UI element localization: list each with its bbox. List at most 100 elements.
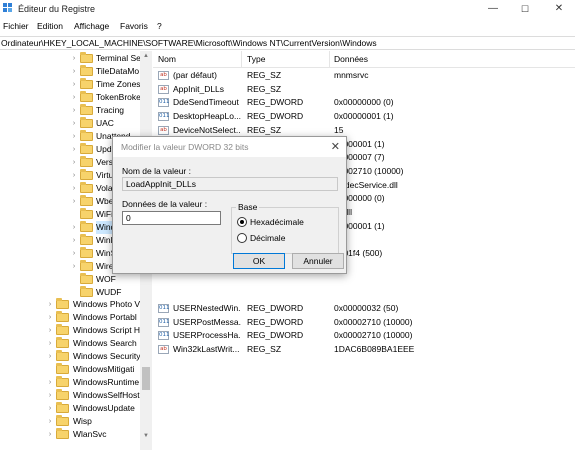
- expand-chevron-icon[interactable]: ›: [70, 195, 78, 208]
- registry-value-row[interactable]: [153, 288, 575, 301]
- folder-icon: [80, 156, 93, 167]
- folder-icon: [56, 376, 69, 387]
- value-data-input[interactable]: 0: [122, 211, 221, 225]
- expand-chevron-icon[interactable]: ›: [46, 376, 54, 389]
- tree-node-label: Windows Security: [73, 351, 141, 361]
- expand-chevron-icon[interactable]: ›: [70, 260, 78, 273]
- menu-help[interactable]: ?: [157, 21, 162, 31]
- value-data-cell: 00000001 (1): [334, 138, 385, 149]
- folder-icon: [80, 104, 93, 115]
- value-data-cell: 00000001 (1): [334, 220, 385, 231]
- menu-edition[interactable]: Edition: [37, 21, 63, 31]
- expand-chevron-icon[interactable]: ›: [46, 389, 54, 402]
- folder-icon: [80, 208, 93, 219]
- expand-chevron-icon[interactable]: ›: [46, 402, 54, 415]
- column-header-type[interactable]: Type: [247, 54, 265, 64]
- registry-value-row[interactable]: 011 USERPostMessa... REG_DWORD 0x00002710 (…: [153, 316, 575, 329]
- decimal-radio[interactable]: [237, 233, 247, 243]
- scroll-down-arrow-icon[interactable]: ▼: [140, 431, 152, 441]
- folder-icon: [56, 363, 69, 374]
- value-data-cell: mnmsrvc: [334, 70, 369, 80]
- value-data-cell: 0x00000001 (1): [334, 111, 394, 122]
- tree-node-label: Windows Search: [73, 338, 137, 348]
- scrollbar-thumb[interactable]: [142, 367, 150, 390]
- menu-favoris[interactable]: Favoris: [120, 21, 148, 31]
- ok-button[interactable]: OK: [233, 253, 285, 269]
- binary-value-icon: 011: [158, 98, 170, 108]
- expand-chevron-icon[interactable]: ›: [70, 117, 78, 130]
- expand-chevron-icon[interactable]: ›: [70, 221, 78, 234]
- registry-value-row[interactable]: ab DeviceNotSelect... REG_SZ 15: [153, 124, 575, 137]
- expand-chevron-icon[interactable]: ›: [70, 143, 78, 156]
- expand-chevron-icon[interactable]: ›: [46, 350, 54, 363]
- expand-chevron-icon[interactable]: ›: [70, 52, 78, 65]
- expand-chevron-icon[interactable]: ›: [70, 182, 78, 195]
- expand-chevron-icon[interactable]: ›: [70, 156, 78, 169]
- expand-chevron-icon[interactable]: ›: [46, 324, 54, 337]
- tree-node-label: WindowsMitigati: [73, 364, 135, 374]
- tree-node-label: Tracing: [96, 105, 125, 115]
- expand-chevron-icon[interactable]: ›: [70, 65, 78, 78]
- binary-value-icon: 011: [158, 331, 170, 341]
- value-data-cell: 0001f4 (500): [334, 248, 383, 259]
- base-groupbox: Base Hexadécimale Décimale: [231, 202, 339, 254]
- registry-value-row[interactable]: ab (par défaut) REG_SZ mnmsrvc: [153, 69, 575, 82]
- registry-value-row[interactable]: 011 USERNestedWin... REG_DWORD 0x00000032 (…: [153, 302, 575, 315]
- expand-chevron-icon[interactable]: ›: [70, 91, 78, 104]
- dialog-close-icon[interactable]: ✕: [331, 140, 340, 153]
- tree-node-label: Wisp: [73, 416, 92, 426]
- folder-icon: [80, 273, 93, 284]
- folder-icon: [56, 428, 69, 439]
- expand-chevron-icon[interactable]: [70, 208, 78, 221]
- registry-value-row[interactable]: 011 DesktopHeapLo... REG_DWORD 0x00000001 (…: [153, 110, 575, 123]
- decimal-radio-label[interactable]: Décimale: [250, 233, 285, 243]
- menu-fichier[interactable]: Fichier: [3, 21, 29, 31]
- address-bar[interactable]: Ordinateur\HKEY_LOCAL_MACHINE\SOFTWARE\M…: [0, 36, 575, 50]
- expand-chevron-icon[interactable]: [46, 363, 54, 376]
- value-data-cell: 0x00002710 (10000): [334, 316, 413, 327]
- cancel-button[interactable]: Annuler: [292, 253, 344, 269]
- registry-value-row[interactable]: 011 USERProcessHa... REG_DWORD 0x00002710 (…: [153, 329, 575, 342]
- close-button[interactable]: ✕: [544, 0, 574, 18]
- registry-value-row[interactable]: ab Win32kLastWrit... REG_SZ 1DAC6B089BA1EEE: [153, 343, 575, 356]
- minimize-button[interactable]: —: [478, 0, 508, 18]
- column-header-name[interactable]: Nom: [158, 54, 176, 64]
- value-data-cell: 00000007 (7): [334, 152, 385, 163]
- window-title: Éditeur du Registre: [18, 4, 96, 14]
- value-name-cell: USERPostMessa...: [173, 316, 241, 327]
- expand-chevron-icon[interactable]: ›: [70, 78, 78, 91]
- hex-radio-label[interactable]: Hexadécimale: [250, 217, 304, 227]
- folder-icon: [56, 337, 69, 348]
- expand-chevron-icon[interactable]: ›: [46, 298, 54, 311]
- expand-chevron-icon[interactable]: ›: [46, 428, 54, 441]
- expand-chevron-icon[interactable]: ›: [70, 247, 78, 260]
- scroll-up-arrow-icon[interactable]: ▲: [140, 51, 152, 61]
- folder-icon: [80, 143, 93, 154]
- expand-chevron-icon[interactable]: ›: [70, 169, 78, 182]
- registry-value-row[interactable]: [153, 275, 575, 288]
- tree-node-label: Virtu: [96, 170, 114, 180]
- tree-node-label: Wbe: [96, 196, 114, 206]
- expand-chevron-icon[interactable]: ›: [46, 415, 54, 428]
- expand-chevron-icon[interactable]: ›: [46, 311, 54, 324]
- dialog-title-bar: Modifier la valeur DWORD 32 bits ✕: [113, 137, 346, 157]
- menu-affichage[interactable]: Affichage: [74, 21, 109, 31]
- expand-chevron-icon[interactable]: ›: [46, 337, 54, 350]
- folder-icon: [80, 91, 93, 102]
- value-name-cell: (par défaut): [173, 70, 217, 80]
- folder-icon: [80, 182, 93, 193]
- column-divider[interactable]: [329, 51, 330, 68]
- tree-node-label: Winl: [96, 235, 113, 245]
- menu-bar: Fichier Edition Affichage Favoris ?: [0, 18, 575, 35]
- hex-radio[interactable]: [237, 217, 247, 227]
- expand-chevron-icon[interactable]: [70, 273, 78, 286]
- expand-chevron-icon[interactable]: ›: [70, 130, 78, 143]
- tree-node-label: Wire: [96, 261, 114, 271]
- maximize-button[interactable]: ☐: [510, 0, 540, 18]
- registry-value-row[interactable]: 011 DdeSendTimeout REG_DWORD 0x00000000 (0): [153, 96, 575, 109]
- column-header-data[interactable]: Données: [334, 54, 368, 64]
- expand-chevron-icon[interactable]: ›: [70, 104, 78, 117]
- registry-value-row[interactable]: ab AppInit_DLLs REG_SZ: [153, 83, 575, 96]
- column-divider[interactable]: [241, 51, 242, 68]
- expand-chevron-icon[interactable]: ›: [70, 234, 78, 247]
